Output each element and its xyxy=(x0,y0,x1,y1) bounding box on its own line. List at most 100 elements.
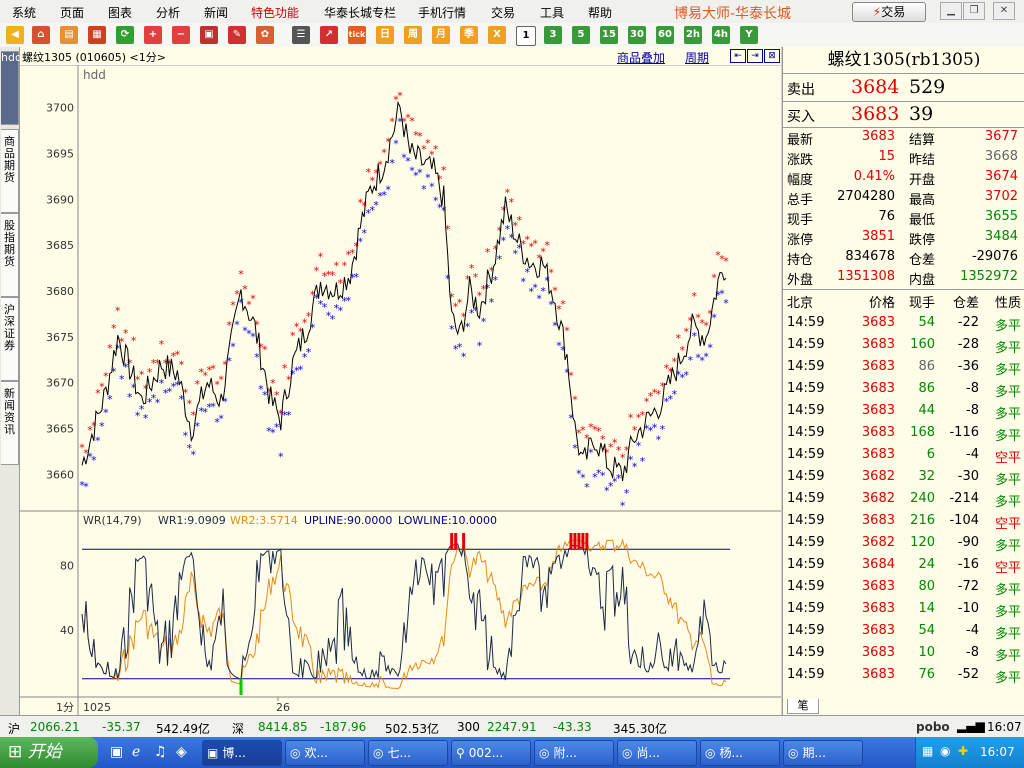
sh-change: -35.37 xyxy=(102,720,141,734)
taskbar-item[interactable]: ◎ 杨... xyxy=(700,740,780,766)
low-mark: * xyxy=(620,500,626,513)
low-mark: * xyxy=(417,167,423,180)
window-icon[interactable]: ▣ xyxy=(200,26,218,44)
show-desktop-icon[interactable]: ▣ xyxy=(110,744,123,760)
chart-header: 螺纹1305 (010605) <1分> 商品叠加 周期 ⇤ ⇥ ⊠ xyxy=(20,47,781,66)
tray-security-icon[interactable]: ✚ xyxy=(958,744,968,758)
tick-cell: 空平 xyxy=(994,451,1021,466)
explorer-icon[interactable]: ◈ xyxy=(176,744,187,760)
low-mark: * xyxy=(477,340,483,353)
chart-area[interactable]: 螺纹1305 (010605) <1分> 商品叠加 周期 ⇤ ⇥ ⊠ hdd 37… xyxy=(20,47,781,715)
pen-icon[interactable]: ✎ xyxy=(228,26,246,44)
tick-cell: 多平 xyxy=(994,495,1021,510)
taskbar-item[interactable]: ⚲ 002... xyxy=(451,740,531,766)
low-mark: * xyxy=(632,460,638,473)
period-3min-button[interactable]: 3 xyxy=(544,26,562,44)
sidebar-tab-index-futures[interactable]: 股指期货 xyxy=(1,213,19,297)
close-button[interactable]: ✕ xyxy=(993,2,1015,20)
quote-value: 3702 xyxy=(984,189,1018,204)
status-bar: 沪 2066.21 -35.37 542.49亿 深 8414.85 -187.… xyxy=(0,715,1024,738)
tick-cell: 54 xyxy=(918,623,935,638)
ie-icon[interactable]: ℯ xyxy=(132,744,140,760)
home-icon[interactable]: ⌂ xyxy=(32,26,50,44)
minimize-button[interactable]: ▁ xyxy=(940,2,962,20)
menu-page[interactable]: 页面 xyxy=(60,4,84,21)
period-year-button[interactable]: Y xyxy=(740,26,758,44)
i300-label: 300 xyxy=(457,720,480,734)
tick-cell: 3683 xyxy=(861,447,895,462)
taskbar-item[interactable]: ▣ 博... xyxy=(202,740,282,766)
period-link[interactable]: 周期 xyxy=(685,49,709,66)
quote-board-icon[interactable]: ▦ xyxy=(88,26,106,44)
menu-features[interactable]: 特色功能 xyxy=(251,4,299,21)
tick-cell: 多平 xyxy=(994,363,1021,378)
tools-icon[interactable]: ✿ xyxy=(256,26,274,44)
zoom-in-icon[interactable]: + xyxy=(144,26,162,44)
period-2h-button[interactable]: 2h xyxy=(684,26,702,44)
tick-cell: -214 xyxy=(949,491,979,506)
scroll-left-icon[interactable]: ⇤ xyxy=(730,49,746,63)
monthly-button[interactable]: 月 xyxy=(432,26,450,44)
menu-chart[interactable]: 图表 xyxy=(108,4,132,21)
book-icon[interactable]: ▤ xyxy=(60,26,78,44)
refresh-icon[interactable]: ⟳ xyxy=(116,26,134,44)
tray-network-icon[interactable]: ▦ xyxy=(922,744,933,758)
period-4h-button[interactable]: 4h xyxy=(712,26,730,44)
menu-help[interactable]: 帮助 xyxy=(588,4,612,21)
menu-news[interactable]: 新闻 xyxy=(204,4,228,21)
quote-label: 最新 xyxy=(787,133,814,148)
quote-label: 幅度 xyxy=(787,173,814,188)
menu-htcc-column[interactable]: 华泰长城专栏 xyxy=(324,4,396,21)
menu-analysis[interactable]: 分析 xyxy=(156,4,180,21)
period-30min-button[interactable]: 30 xyxy=(628,26,646,44)
taskbar-item[interactable]: ◎ 期... xyxy=(783,740,863,766)
i300-change: -43.33 xyxy=(553,720,592,734)
start-button[interactable]: ⊞ 开始 xyxy=(0,737,98,768)
taskbar-item[interactable]: ◎ 附... xyxy=(534,740,614,766)
custom-period-button[interactable]: X xyxy=(488,26,506,44)
media-icon[interactable]: ♫ xyxy=(154,744,167,760)
period-1min-button[interactable]: 1 xyxy=(516,26,536,46)
sidebar-tab-news[interactable]: 新闻资讯 xyxy=(1,381,19,465)
weekly-button[interactable]: 周 xyxy=(404,26,422,44)
tick-cell: 80 xyxy=(918,579,935,594)
menu-trade[interactable]: 交易 xyxy=(491,4,515,21)
tick-icon[interactable]: tick xyxy=(348,26,366,44)
table-icon[interactable]: ☰ xyxy=(292,26,310,44)
quarterly-button[interactable]: 季 xyxy=(460,26,478,44)
window-close-icon[interactable]: ⊠ xyxy=(764,49,780,63)
tray-app-icon[interactable]: ◉ xyxy=(940,744,950,758)
sidebar-tab-commodity-futures[interactable]: 商品期货 xyxy=(1,129,19,213)
tab-trades[interactable]: 笔 xyxy=(787,699,819,714)
tick-cell: 3683 xyxy=(861,623,895,638)
sidebar-tab-securities[interactable]: 沪深证券 xyxy=(1,297,19,381)
period-60min-button[interactable]: 60 xyxy=(656,26,674,44)
taskbar-item[interactable]: ◎ 欢... xyxy=(285,740,365,766)
sidebar-tab-hdd[interactable]: hdd xyxy=(1,51,22,125)
maximize-button[interactable]: ❐ xyxy=(963,2,985,20)
taskbar-item[interactable]: ◎ 尚... xyxy=(617,740,697,766)
menu-system[interactable]: 系统 xyxy=(12,4,36,21)
tick-cell: -52 xyxy=(957,667,979,682)
period-15min-button[interactable]: 15 xyxy=(600,26,618,44)
overlay-link[interactable]: 商品叠加 xyxy=(617,49,665,66)
quote-label: 昨结 xyxy=(909,153,936,168)
quote-value: 3674 xyxy=(984,169,1018,184)
status-time: 16:07 xyxy=(987,720,1022,734)
scroll-right-icon[interactable]: ⇥ xyxy=(747,49,763,63)
quote-value: 834678 xyxy=(845,249,895,264)
back-arrow-icon[interactable]: ◀ xyxy=(6,26,24,44)
trade-button[interactable]: ⚡交易 xyxy=(852,2,926,22)
low-mark: * xyxy=(548,299,554,312)
menu-mobile-quotes[interactable]: 手机行情 xyxy=(418,4,466,21)
quote-value: 15 xyxy=(878,149,895,164)
daily-button[interactable]: 日 xyxy=(376,26,394,44)
low-mark: * xyxy=(465,320,471,333)
taskbar-item[interactable]: ◎ 七... xyxy=(368,740,448,766)
quote-value: 0.41% xyxy=(853,169,895,184)
period-5min-button[interactable]: 5 xyxy=(572,26,590,44)
zoom-out-icon[interactable]: − xyxy=(172,26,190,44)
menu-tools[interactable]: 工具 xyxy=(540,4,564,21)
trend-icon[interactable]: ↗ xyxy=(320,26,338,44)
tick-cell: 3683 xyxy=(861,315,895,330)
